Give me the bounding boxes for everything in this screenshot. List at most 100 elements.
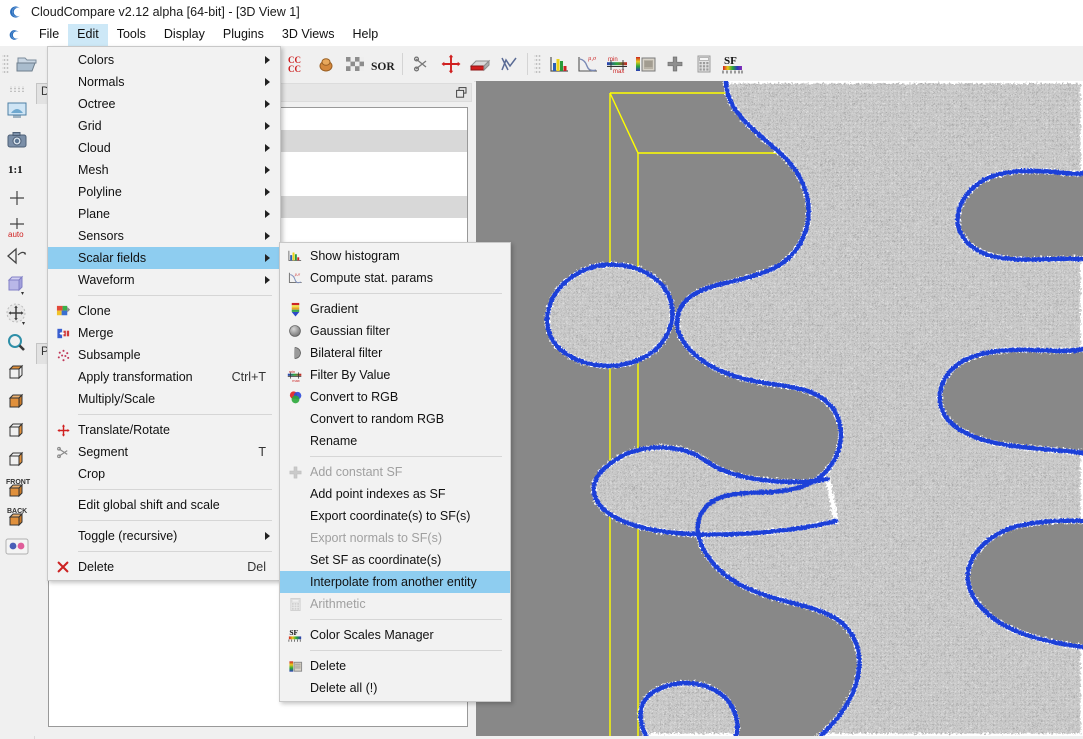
menu-item-colors[interactable]: Colors [48,49,280,71]
filter-by-value-icon[interactable]: min max [603,50,630,77]
menu-item-label: Delete [78,560,247,574]
global-zoom-icon[interactable] [3,96,31,125]
add-constant-sf-icon[interactable] [661,50,688,77]
menu-item-convert-to-random-rgb[interactable]: Convert to random RGB [280,408,510,430]
menu-item-color-scales-manager[interactable]: SF Color Scales Manager [280,624,510,646]
menu-bar: File Edit Tools Display Plugins 3D Views… [0,24,1083,46]
menu-item-export-coordinates-to-sf[interactable]: Export coordinate(s) to SF(s) [280,505,510,527]
menu-icon-placeholder [48,366,78,388]
view-back-icon[interactable]: BACK [3,502,31,531]
menu-item-add-constant-sf[interactable]: Add constant SF [280,461,510,483]
menu-item-translate-rotate[interactable]: Translate/Rotate [48,419,280,441]
point-picking-icon[interactable] [3,328,31,357]
menu-item-gaussian-filter[interactable]: Gaussian filter [280,320,510,342]
toolbar-grip[interactable] [534,53,541,75]
noise-filter-icon[interactable] [341,50,368,77]
convert-to-rgb-icon[interactable] [632,50,659,77]
3d-view[interactable] [476,81,1083,736]
add-constant-sf-icon [280,461,310,483]
view-front-icon[interactable]: FRONT [3,473,31,502]
translate-view-icon[interactable] [3,299,31,328]
menu-item-arithmetic[interactable]: Arithmetic [280,593,510,615]
section-icon[interactable] [466,50,493,77]
registration-icon[interactable] [312,50,339,77]
menu-item-label: Polyline [78,185,280,199]
menu-item-label: Color Scales Manager [310,628,510,642]
segment-scissors-icon[interactable] [408,50,435,77]
menu-item-gradient[interactable]: Gradient [280,298,510,320]
menu-item-interpolate-from-another-entity[interactable]: Interpolate from another entity [280,571,510,593]
menu-item-scalar-fields[interactable]: Scalar fields [48,247,280,269]
menu-item-sensors[interactable]: Sensors [48,225,280,247]
translate-rotate-icon[interactable] [437,50,464,77]
menu-item-grid[interactable]: Grid [48,115,280,137]
view-top-icon[interactable] [3,357,31,386]
snapshot-icon[interactable] [3,125,31,154]
menubar-item-plugins[interactable]: Plugins [214,24,273,46]
menubar-item-file[interactable]: File [30,24,68,46]
svg-text:min: min [289,368,295,373]
scalar-fields-submenu-popup[interactable]: Show histogram µ,σ Compute stat. params … [279,242,511,702]
menu-item-segment[interactable]: Segment T [48,441,280,463]
menu-item-bilateral-filter[interactable]: Bilateral filter [280,342,510,364]
edit-menu-popup[interactable]: Colors Normals Octree Grid Cloud Mesh Po… [47,46,281,581]
menu-item-polyline[interactable]: Polyline [48,181,280,203]
sor-filter-icon[interactable]: SOR [370,50,397,77]
menu-item-normals[interactable]: Normals [48,71,280,93]
auto-pivot-icon[interactable]: auto [3,212,31,241]
menubar-item-display[interactable]: Display [155,24,214,46]
menu-item-export-normals-to-sf[interactable]: Export normals to SF(s) [280,527,510,549]
view-right-icon[interactable] [3,444,31,473]
menu-item-convert-to-rgb[interactable]: Convert to RGB [280,386,510,408]
toolbar-separator [527,53,528,75]
cloud-cloud-dist-icon[interactable]: CC CC [283,50,310,77]
menu-item-sf-delete[interactable]: Delete [280,655,510,677]
open-file-icon[interactable] [13,50,40,77]
menu-item-add-point-indexes-as-sf[interactable]: Add point indexes as SF [280,483,510,505]
menu-item-merge[interactable]: Merge [48,322,280,344]
menubar-item-edit[interactable]: Edit [68,24,108,46]
menubar-item-tools[interactable]: Tools [108,24,155,46]
menu-item-filter-by-value[interactable]: min max Filter By Value [280,364,510,386]
camera-projection-icon[interactable] [3,241,31,270]
menu-item-delete[interactable]: Delete Del [48,556,280,578]
menu-item-waveform[interactable]: Waveform [48,269,280,291]
menu-item-toggle-recursive[interactable]: Toggle (recursive) [48,525,280,547]
menu-item-sf-delete-all[interactable]: Delete all (!) [280,677,510,699]
menu-item-edit-global-shift-and-scale[interactable]: Edit global shift and scale [48,494,280,516]
menu-item-apply-transformation[interactable]: Apply transformation Ctrl+T [48,366,280,388]
menu-item-clone[interactable]: Clone [48,300,280,322]
zoom-1-1-icon[interactable]: 1:1 [3,154,31,183]
menu-item-plane[interactable]: Plane [48,203,280,225]
menu-item-cloud[interactable]: Cloud [48,137,280,159]
menu-item-label: Delete all (!) [310,681,510,695]
menu-item-subsample[interactable]: Subsample [48,344,280,366]
toolbar-grip[interactable] [2,53,9,75]
menu-item-label: Normals [78,75,280,89]
arithmetic-icon[interactable] [690,50,717,77]
3d-viewport-canvas[interactable] [476,81,1083,736]
stat-params-icon[interactable]: µ,σ [574,50,601,77]
menu-item-octree[interactable]: Octree [48,93,280,115]
histogram-icon[interactable] [545,50,572,77]
view-bottom-icon[interactable] [3,386,31,415]
menubar-item-3d-views[interactable]: 3D Views [273,24,344,46]
menu-item-set-sf-as-coordinates[interactable]: Set SF as coordinate(s) [280,549,510,571]
set-pivot-icon[interactable] [3,183,31,212]
menu-item-crop[interactable]: Crop [48,463,280,485]
svg-text:max: max [292,377,299,382]
menu-item-compute-stat-params[interactable]: µ,σ Compute stat. params [280,267,510,289]
menu-item-multiply-scale[interactable]: Multiply/Scale [48,388,280,410]
menu-item-label: Plane [78,207,280,221]
menu-item-rename[interactable]: Rename [280,430,510,452]
color-scales-manager-icon[interactable]: SF [719,50,746,77]
view-left-icon[interactable] [3,415,31,444]
stereo-mode-icon[interactable] [3,531,31,560]
default-viewport-icon[interactable] [3,270,31,299]
restore-window-icon[interactable] [456,87,467,98]
menu-item-show-histogram[interactable]: Show histogram [280,245,510,267]
view-toolbar-grip[interactable] [8,86,26,92]
menu-item-mesh[interactable]: Mesh [48,159,280,181]
menubar-item-help[interactable]: Help [343,24,387,46]
polyline-tracing-icon[interactable] [495,50,522,77]
